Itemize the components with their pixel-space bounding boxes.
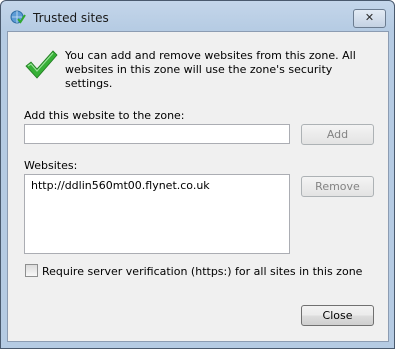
window-title: Trusted sites [33, 11, 109, 25]
add-website-input[interactable] [24, 124, 290, 144]
server-verification-checkbox[interactable] [25, 264, 38, 277]
add-website-label: Add this website to the zone: [24, 109, 185, 122]
globe-check-icon [10, 10, 26, 24]
window-close-button[interactable]: ✕ [353, 9, 386, 28]
remove-button[interactable]: Remove [301, 176, 374, 197]
close-button[interactable]: Close [301, 305, 374, 326]
add-button[interactable]: Add [301, 124, 374, 145]
list-item[interactable]: http://ddlin560mt00.flynet.co.uk [31, 179, 210, 192]
websites-label: Websites: [24, 159, 78, 172]
zone-info-text: You can add and remove websites from thi… [65, 49, 356, 90]
server-verification-label[interactable]: Require server verification (https:) for… [42, 265, 362, 278]
dialog-body: You can add and remove websites from thi… [7, 31, 389, 342]
green-checkmark-icon [25, 50, 58, 79]
websites-list[interactable]: http://ddlin560mt00.flynet.co.uk [24, 174, 290, 254]
trusted-sites-dialog: Trusted sites ✕ You can add and remove w… [0, 0, 395, 349]
title-bar[interactable]: Trusted sites ✕ [1, 1, 394, 31]
